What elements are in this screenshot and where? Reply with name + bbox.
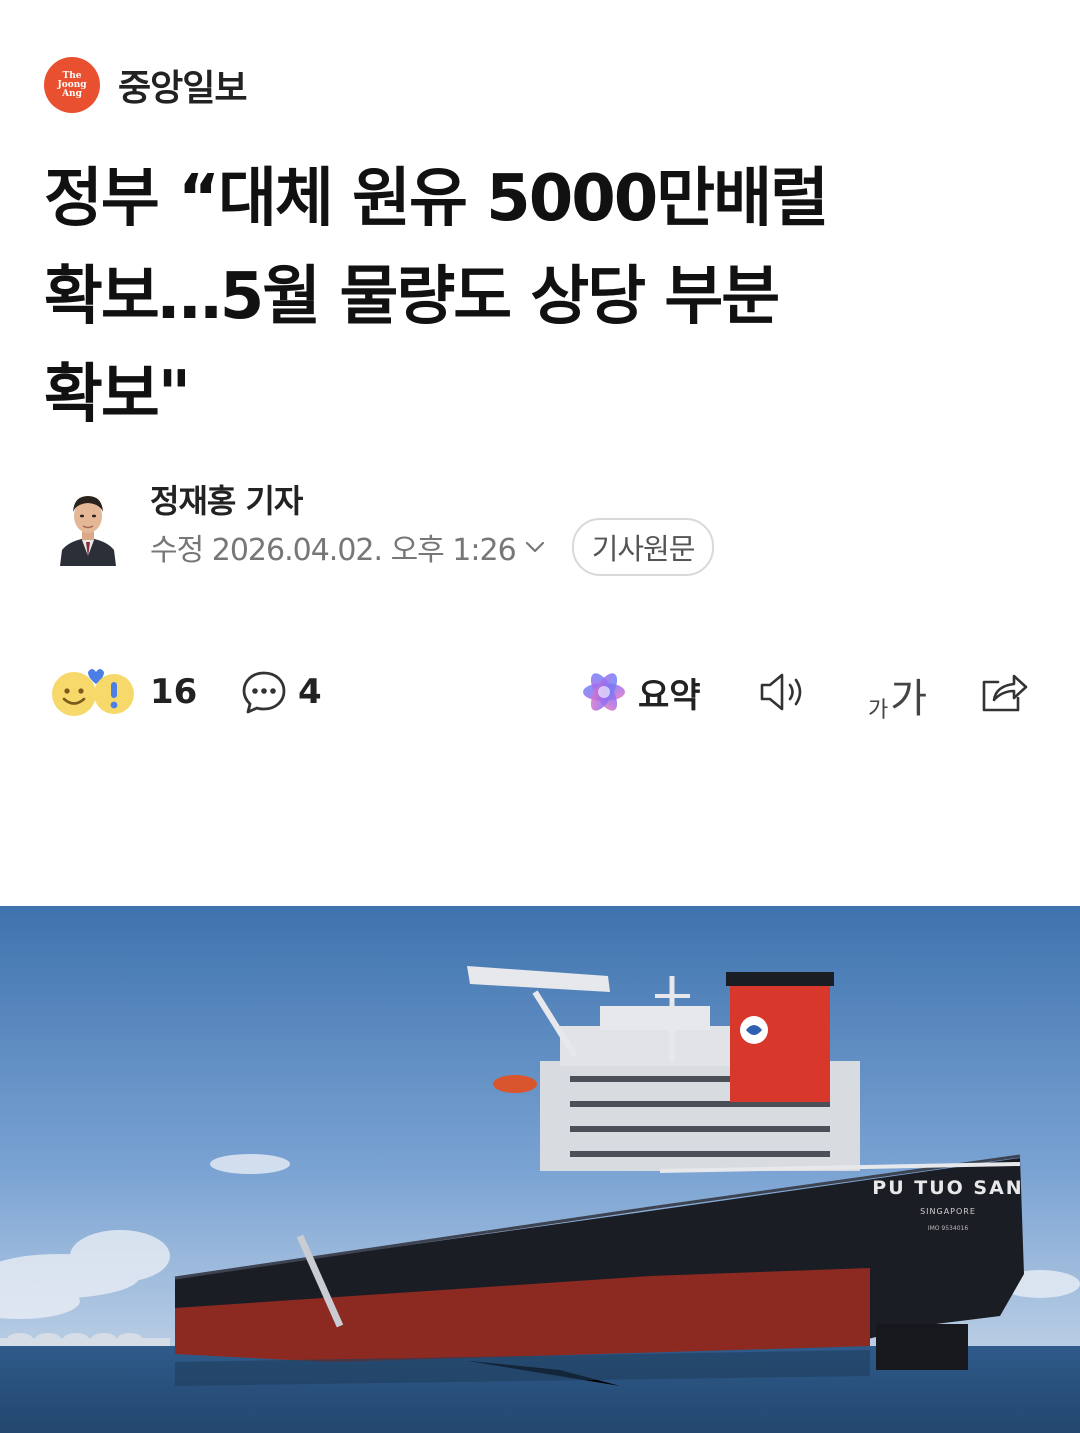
article-photo[interactable]: PU TUO SAN SINGAPORE IMO 9534016 — [0, 906, 1080, 1433]
article-action-bar: 16 4 요약 가 가 — [44, 660, 1034, 724]
speaker-icon — [760, 673, 802, 711]
comment-bubble-icon — [242, 671, 286, 714]
ship-name: PU TUO SAN — [872, 1177, 1023, 1199]
share-icon — [982, 674, 1028, 712]
headline-line-1: 정부 “대체 원유 5000만배럴 — [44, 162, 829, 236]
headline-line-2: 확보…5월 물량도 상당 부분 — [44, 260, 780, 334]
ship-imo: IMO 9534016 — [928, 1225, 968, 1232]
emoji-reaction-icon — [52, 669, 134, 716]
date-row: 수정 2026.04.02. 오후 1:26 기사원문 — [150, 518, 715, 576]
byline: 정재홍 기자 수정 2026.04.02. 오후 1:26 기사원문 — [44, 470, 1044, 580]
logo-line-3: Ang — [62, 88, 82, 99]
ai-summary-icon — [583, 673, 625, 711]
author-avatar[interactable] — [56, 484, 120, 566]
summary-button[interactable]: 요약 — [580, 660, 701, 724]
article-headline: 정부 “대체 원유 5000만배럴 확보…5월 물량도 상당 부분 확보" — [44, 150, 1044, 444]
publisher-name[interactable]: 중앙일보 — [118, 59, 247, 111]
headline-line-3: 확보" — [44, 358, 191, 432]
share-button[interactable] — [978, 660, 1030, 724]
summary-label: 요약 — [638, 675, 701, 716]
publisher-logo: The Joong Ang — [44, 57, 100, 113]
reaction-button[interactable]: 16 — [48, 660, 197, 724]
comment-count: 4 — [298, 672, 322, 712]
font-size-button[interactable]: 가 가 — [868, 660, 927, 724]
funnel — [730, 980, 830, 1102]
author-name[interactable]: 정재홍 기자 — [150, 476, 303, 522]
audio-button[interactable] — [756, 660, 812, 724]
font-size-small-glyph: 가 — [868, 698, 889, 723]
modified-date: 수정 2026.04.02. 오후 1:26 — [150, 533, 517, 568]
font-size-big-glyph: 가 — [890, 676, 928, 722]
original-article-button[interactable]: 기사원문 — [571, 518, 715, 576]
chevron-down-icon[interactable] — [522, 534, 548, 560]
comment-button[interactable]: 4 — [240, 660, 322, 724]
reaction-count: 16 — [150, 672, 198, 712]
publisher-header[interactable]: The Joong Ang 중앙일보 — [44, 57, 247, 113]
ship-home-port: SINGAPORE — [920, 1207, 976, 1216]
